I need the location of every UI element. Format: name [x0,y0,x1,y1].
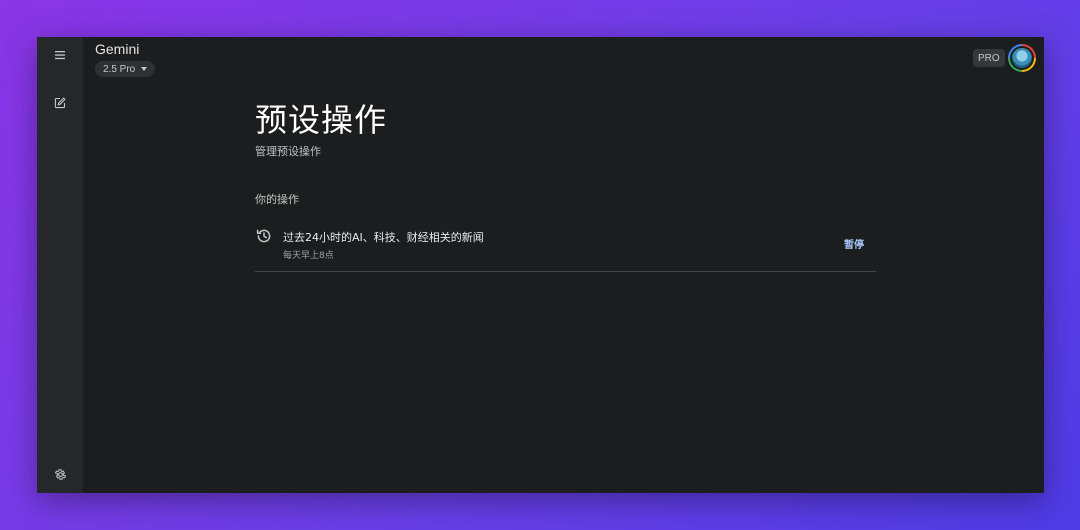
avatar-image [1012,48,1032,68]
menu-button[interactable] [48,43,72,67]
action-row[interactable]: 过去24小时的AI、科技、财经相关的新闻 每天早上8点 暂停 [255,221,876,272]
action-title: 过去24小时的AI、科技、财经相关的新闻 [283,231,484,244]
action-schedule: 每天早上8点 [283,251,334,261]
new-chat-button[interactable] [48,91,72,115]
section-label: 你的操作 [255,193,299,206]
app-window: Gemini 2.5 Pro PRO 预设操作 管理预设操作 你的操作 过去24… [37,37,1044,493]
menu-icon [54,50,66,60]
model-label: 2.5 Pro [103,63,136,75]
chevron-down-icon [141,67,148,71]
settings-icon [54,468,67,481]
pro-badge: PRO [973,49,1005,67]
avatar[interactable] [1008,44,1036,72]
page-subtitle: 管理预设操作 [255,145,321,158]
model-selector[interactable]: 2.5 Pro [95,61,156,77]
sidebar [37,37,83,493]
history-icon [255,227,273,245]
avatar-ring [1010,46,1034,70]
app-title: Gemini [95,41,140,57]
page-title: 预设操作 [255,101,388,139]
new-chat-icon [54,97,66,109]
pause-button[interactable]: 暂停 [844,236,864,251]
settings-button[interactable] [48,462,72,486]
